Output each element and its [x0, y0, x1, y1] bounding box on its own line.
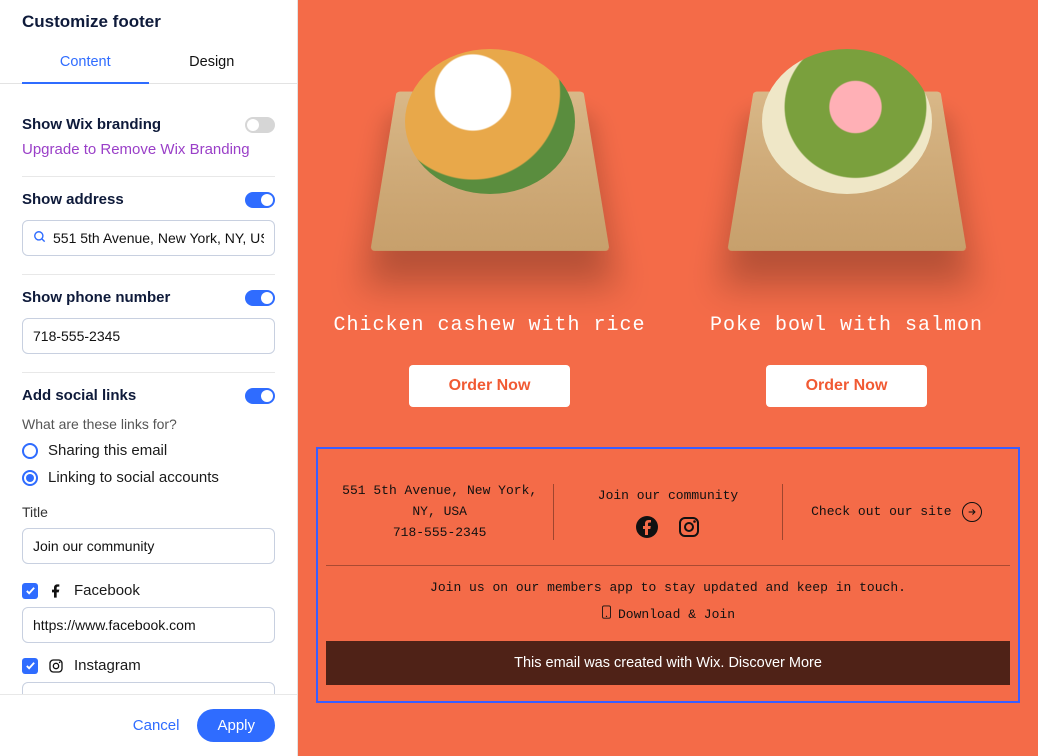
instagram-label: Instagram [74, 657, 141, 674]
cancel-button[interactable]: Cancel [133, 717, 180, 734]
radio-label: Linking to social accounts [48, 469, 219, 486]
address-toggle[interactable] [245, 192, 275, 208]
arrow-right-icon [962, 502, 982, 522]
tab-content[interactable]: Content [22, 46, 149, 84]
wix-discover-more-link[interactable]: Discover More [728, 655, 821, 671]
apply-button[interactable]: Apply [197, 709, 275, 742]
tab-design[interactable]: Design [149, 46, 276, 83]
address-field[interactable] [22, 220, 275, 256]
phone-field[interactable] [22, 318, 275, 354]
upgrade-branding-link[interactable]: Upgrade to Remove Wix Branding [22, 141, 275, 158]
branding-label: Show Wix branding [22, 116, 161, 133]
radio-icon [22, 470, 38, 486]
address-input[interactable] [53, 230, 264, 246]
email-footer-selected[interactable]: 551 5th Avenue, New York, NY, USA 718-55… [316, 447, 1020, 703]
divider [326, 565, 1010, 566]
facebook-url-field[interactable] [22, 607, 275, 643]
footer-social-col: Join our community [554, 482, 781, 543]
panel-title: Customize footer [22, 12, 275, 32]
social-toggle[interactable] [245, 388, 275, 404]
branding-toggle[interactable] [245, 117, 275, 133]
radio-link-accounts[interactable]: Linking to social accounts [22, 469, 275, 486]
panel-tabs: Content Design [0, 46, 297, 84]
product-name: Chicken cashew with rice [326, 314, 653, 337]
wix-bar-text: This email was created with Wix. [514, 655, 724, 671]
radio-label: Sharing this email [48, 442, 167, 459]
download-join-label: Download & Join [618, 607, 735, 622]
phone-input[interactable] [33, 328, 264, 344]
panel-actions: Cancel Apply [0, 694, 297, 756]
order-now-button[interactable]: Order Now [409, 365, 571, 407]
footer-site-col: Check out our site [783, 498, 1010, 527]
footer-phone: 718-555-2345 [336, 523, 543, 544]
product-image [350, 14, 630, 284]
phone-label: Show phone number [22, 289, 170, 306]
social-label: Add social links [22, 387, 136, 404]
order-now-button[interactable]: Order Now [766, 365, 928, 407]
members-line: Join us on our members app to stay updat… [326, 580, 1010, 595]
product-card: Poke bowl with salmon Order Now [683, 14, 1010, 407]
social-title-input[interactable] [33, 538, 264, 554]
facebook-label: Facebook [74, 582, 140, 599]
product-image [707, 14, 987, 284]
facebook-checkbox[interactable] [22, 583, 38, 599]
instagram-icon[interactable] [677, 515, 701, 539]
social-title-label: Title [22, 504, 275, 520]
facebook-row[interactable]: Facebook [22, 582, 275, 599]
site-link[interactable]: Check out our site [811, 502, 981, 523]
phone-toggle[interactable] [245, 290, 275, 306]
email-canvas: Chicken cashew with rice Order Now Poke … [298, 0, 1038, 756]
product-name: Poke bowl with salmon [683, 314, 1010, 337]
download-join-link[interactable]: Download & Join [326, 605, 1010, 623]
instagram-row[interactable]: Instagram [22, 657, 275, 674]
email-preview: Chicken cashew with rice Order Now Poke … [298, 0, 1038, 756]
facebook-icon[interactable] [635, 515, 659, 539]
social-help: What are these links for? [22, 416, 275, 432]
footer-address-line: NY, USA [336, 502, 543, 523]
customize-footer-panel: Customize footer Content Design Show Wix… [0, 0, 298, 756]
social-title-field[interactable] [22, 528, 275, 564]
instagram-checkbox[interactable] [22, 658, 38, 674]
phone-icon [601, 605, 612, 623]
instagram-icon [48, 658, 64, 674]
footer-address-col: 551 5th Avenue, New York, NY, USA 718-55… [326, 477, 553, 547]
search-icon [33, 230, 47, 247]
site-link-label: Check out our site [811, 502, 951, 523]
product-card: Chicken cashew with rice Order Now [326, 14, 653, 407]
radio-share-email[interactable]: Sharing this email [22, 442, 275, 459]
facebook-icon [48, 583, 64, 599]
product-row: Chicken cashew with rice Order Now Poke … [316, 0, 1020, 435]
facebook-url-input[interactable] [33, 617, 264, 633]
footer-community-title: Join our community [564, 486, 771, 507]
instagram-url-field[interactable] [22, 682, 275, 694]
wix-branding-bar: This email was created with Wix. Discove… [326, 641, 1010, 685]
radio-icon [22, 443, 38, 459]
address-label: Show address [22, 191, 124, 208]
footer-address-line: 551 5th Avenue, New York, [336, 481, 543, 502]
